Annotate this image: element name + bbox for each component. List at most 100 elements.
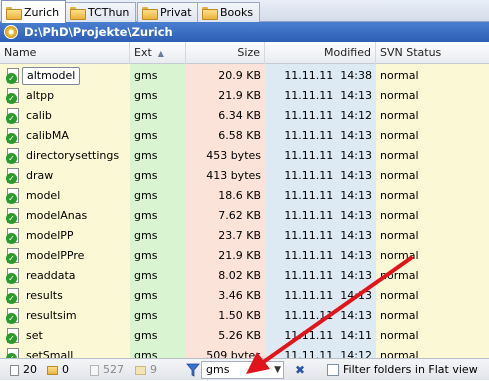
file-row[interactable]: ✓ modelAnas gms 7.62 KB 11.11.11 14:13 normal [0,206,489,226]
file-ext: gms [134,309,158,322]
svn-normal-file-icon: ✓ [6,208,21,224]
file-svn-status: normal [380,229,419,242]
file-ext: gms [134,189,158,202]
file-svn-status: normal [380,249,419,262]
file-svn-status: normal [380,109,419,122]
file-row[interactable]: ✓ calib gms 6.34 KB 11.11.11 14:12 normal [0,106,489,126]
svn-normal-file-icon: ✓ [6,108,21,124]
file-ext: gms [134,289,158,302]
chevron-down-icon[interactable]: ▼ [274,362,281,378]
file-svn-status: normal [380,129,419,142]
svn-normal-file-icon: ✓ [6,128,21,144]
hidden-file-icon [90,364,99,376]
file-modified: 11.11.11 14:13 [284,89,372,102]
file-ext: gms [134,89,158,102]
clear-filter-icon[interactable]: ✖ [293,362,307,378]
file-modified: 11.11.11 14:13 [284,309,372,322]
file-modified: 11.11.11 14:13 [284,189,372,202]
file-name: calib [26,109,52,122]
filter-input-value: gms [206,363,230,376]
column-header-size[interactable]: Size [186,42,265,64]
file-ext: gms [134,129,158,142]
column-header-svn-label: SVN Status [380,46,442,59]
folder-count-value: 0 [62,363,69,376]
file-row[interactable]: ✓ directorysettings gms 453 bytes 11.11.11 1… [0,146,489,166]
folder-icon [142,7,158,20]
file-ext: gms [134,69,158,82]
file-name: altpp [26,89,55,102]
file-row[interactable]: ✓ calibMA gms 6.58 KB 11.11.11 14:13 normal [0,126,489,146]
folder-icon [70,7,86,20]
file-count-value: 20 [23,363,37,376]
svn-normal-file-icon: ✓ [6,328,21,344]
tab-tcthun[interactable]: TCThun [65,2,137,22]
file-modified: 11.11.11 14:13 [284,229,372,242]
file-svn-status: normal [380,309,419,322]
file-row[interactable]: ✓ readdata gms 8.02 KB 11.11.11 14:13 normal [0,266,489,286]
svn-normal-file-icon: ✓ [6,348,21,358]
file-size: 21.9 KB [218,249,261,262]
sort-ascending-icon: ▲ [157,49,164,58]
file-row[interactable]: ✓ modelPPre gms 21.9 KB 11.11.11 14:13 normal [0,246,489,266]
folder-icon [6,6,22,20]
column-header-ext[interactable]: Ext ▲ [130,42,186,64]
column-header-modified[interactable]: Modified [265,42,376,64]
svn-normal-file-icon: ✓ [6,68,21,84]
file-svn-status: normal [380,169,419,182]
file-size: 1.50 KB [218,309,261,322]
file-modified: 11.11.11 14:13 [284,209,372,222]
file-size: 8.02 KB [218,269,261,282]
tab-label: Zurich [24,5,60,19]
file-row[interactable]: ✓ modelPP gms 23.7 KB 11.11.11 14:13 normal [0,226,489,246]
svn-normal-file-icon: ✓ [6,168,21,184]
path-bar[interactable]: D:\PhD\Projekte\Zurich [0,22,489,42]
file-name: directorysettings [26,149,120,162]
file-size: 6.34 KB [218,109,261,122]
file-modified: 11.11.11 14:13 [284,169,372,182]
file-size: 23.7 KB [218,229,261,242]
file-svn-status: normal [380,329,419,342]
file-count: 20 [10,359,37,381]
column-header-name[interactable]: Name [0,42,130,64]
file-row[interactable]: ✓ model gms 18.6 KB 11.11.11 14:13 normal [0,186,489,206]
filter-folders-label: Filter folders in Flat view [343,363,478,376]
file-ext: gms [134,209,158,222]
file-row[interactable]: ✓ resultsim gms 1.50 KB 11.11.11 14:13 normal [0,306,489,326]
file-size: 453 bytes [206,149,261,162]
file-row[interactable]: ✓ set gms 5.26 KB 11.11.11 14:11 normal [0,326,489,346]
hidden-folder-icon [135,365,146,375]
svn-normal-file-icon: ✓ [6,88,21,104]
tab-books[interactable]: Books [197,2,261,22]
file-row[interactable]: ✓ altpp gms 21.9 KB 11.11.11 14:13 normal [0,86,489,106]
tab-zurich[interactable]: Zurich [1,0,67,23]
file-row[interactable]: ✓ altmodel gms 20.9 KB 11.11.11 14:38 normal [0,66,489,86]
file-svn-status: normal [380,89,419,102]
file-name: modelPPre [26,249,85,262]
file-size: 413 bytes [206,169,261,182]
file-modified: 11.11.11 14:12 [284,109,372,122]
file-size: 509 bytes [206,349,261,358]
column-header-name-label: Name [4,46,37,59]
column-header-svn-status[interactable]: SVN Status [376,42,489,64]
column-header-size-label: Size [237,46,260,59]
filter-folders-checkbox[interactable] [327,364,339,376]
filter-input[interactable]: gms ▼ [201,361,284,379]
tab-privat[interactable]: Privat [137,2,199,22]
file-svn-status: normal [380,69,419,82]
file-row[interactable]: ✓ setSmall gms 509 bytes 11.11.11 14:12 norma… [0,346,489,358]
svn-normal-file-icon: ✓ [6,308,21,324]
file-row[interactable]: ✓ draw gms 413 bytes 11.11.11 14:13 normal [0,166,489,186]
file-list: ✓ altmodel gms 20.9 KB 11.11.11 14:38 normal ✓… [0,64,489,358]
column-header-modified-label: Modified [324,46,371,59]
filter-funnel-icon[interactable] [186,362,200,378]
file-icon [10,364,19,376]
file-size: 7.62 KB [218,209,261,222]
svn-normal-file-icon: ✓ [6,248,21,264]
file-svn-status: normal [380,349,419,358]
file-row[interactable]: ✓ results gms 3.46 KB 11.11.11 14:13 normal [0,286,489,306]
folder-icon [47,365,58,375]
svn-normal-file-icon: ✓ [6,188,21,204]
file-modified: 11.11.11 14:38 [284,69,372,82]
file-name: readdata [26,269,76,282]
svn-normal-file-icon: ✓ [6,228,21,244]
